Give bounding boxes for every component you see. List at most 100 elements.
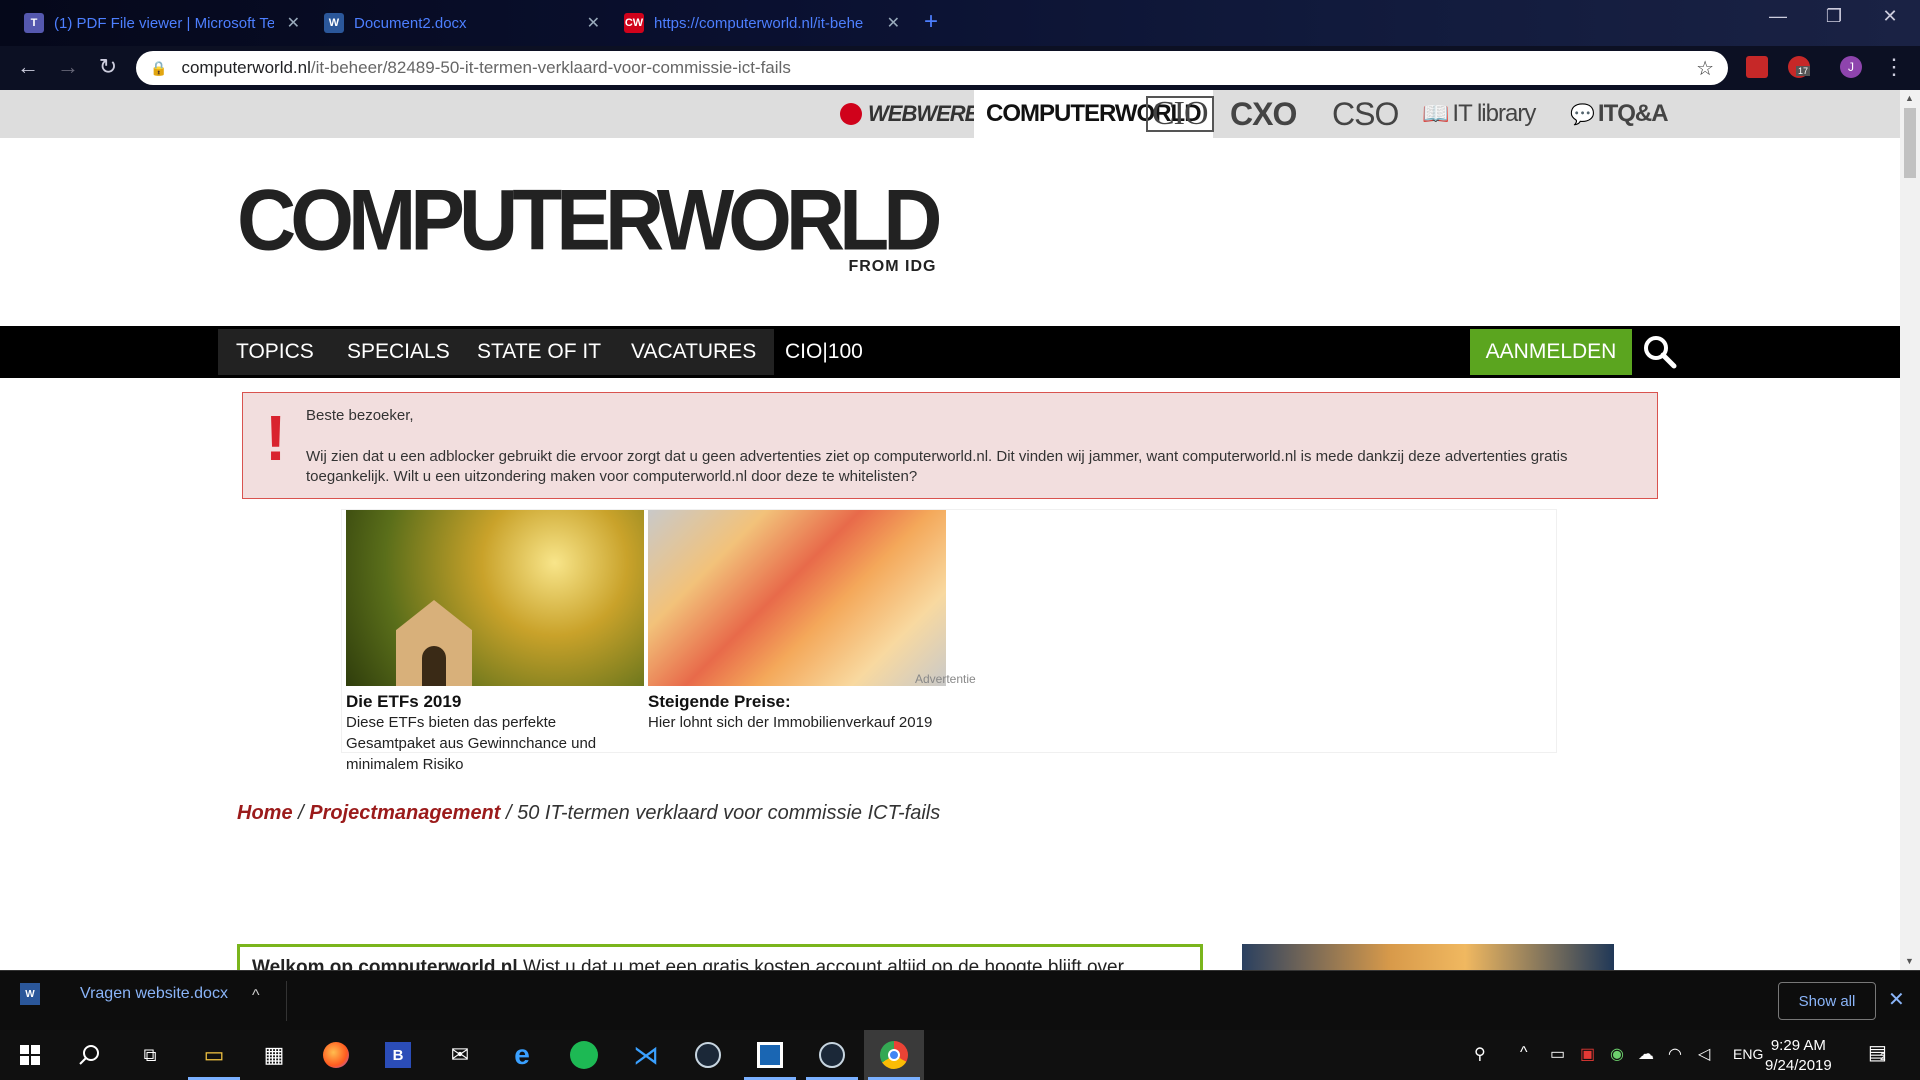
nav-state-of-it[interactable]: STATE OF IT xyxy=(459,329,620,375)
language-indicator[interactable]: ENG xyxy=(1733,1046,1763,1062)
minimize-icon[interactable]: — xyxy=(1750,6,1806,27)
chevron-up-icon[interactable]: ^ xyxy=(252,987,260,1005)
nav-cio100[interactable]: CIO|100 xyxy=(767,329,881,375)
close-icon[interactable]: ✕ xyxy=(587,13,600,33)
vscode-icon[interactable]: ⋊ xyxy=(616,1030,676,1080)
ad-description: Diese ETFs bieten das perfekte Gesamtpak… xyxy=(346,714,597,773)
close-icon[interactable]: ✕ xyxy=(287,13,300,33)
tab-teams[interactable]: T (1) PDF File viewer | Microsoft Te ✕ xyxy=(12,6,312,40)
chevron-up-icon[interactable]: ^ xyxy=(1520,1044,1528,1062)
brand-cxo[interactable]: CXO xyxy=(1218,90,1308,138)
breadcrumb-current: / 50 IT-termen verklaard voor commissie … xyxy=(506,802,941,824)
computerworld-favicon: CW xyxy=(624,13,644,33)
notice-body: Wij zien dat u een adblocker gebruikt di… xyxy=(306,448,1568,485)
clock-time: 9:29 AM xyxy=(1770,1037,1826,1054)
advertisement-box: Die ETFs 2019 Diese ETFs bieten das perf… xyxy=(342,510,1556,773)
brand-cio[interactable]: CIO xyxy=(1134,90,1226,138)
notifications-icon[interactable]: ▤ 2 xyxy=(1868,1040,1887,1065)
firefox-icon[interactable] xyxy=(306,1030,366,1080)
adblock-extension-icon[interactable]: 17 xyxy=(1788,56,1811,78)
wifi-icon[interactable]: ◠ xyxy=(1668,1044,1682,1064)
file-explorer-icon[interactable]: ▭ xyxy=(184,1030,244,1080)
scroll-up-icon[interactable]: ▲ xyxy=(1905,93,1914,103)
logo-text: COMPUTERWORLD xyxy=(237,172,942,269)
breadcrumb-section[interactable]: Projectmanagement xyxy=(309,802,500,824)
breadcrumb-home[interactable]: Home xyxy=(237,802,293,824)
bitdefender-icon[interactable]: B xyxy=(368,1030,428,1080)
word-icon: W xyxy=(324,13,344,33)
chrome-icon[interactable] xyxy=(864,1030,924,1080)
brand-itqa[interactable]: 💬 ITQ&A xyxy=(1558,90,1680,138)
restore-icon[interactable]: ❐ xyxy=(1806,6,1862,27)
forward-icon[interactable]: → xyxy=(54,54,82,80)
task-view-icon[interactable]: ⧉ xyxy=(120,1030,180,1080)
nav-vacatures[interactable]: VACATURES xyxy=(613,329,775,375)
scrollbar-thumb[interactable] xyxy=(1904,108,1916,178)
store-icon[interactable]: ▦ xyxy=(244,1030,304,1080)
back-icon[interactable]: ← xyxy=(14,54,42,80)
onedrive-icon[interactable]: ☁ xyxy=(1638,1044,1654,1064)
tab-title: (1) PDF File viewer | Microsoft Te xyxy=(54,14,274,32)
idg-network-bar: WEBWERELD COMPUTERWORLD CIO CXO CSO 📖 IT… xyxy=(0,90,1900,138)
scroll-down-icon[interactable]: ▼ xyxy=(1905,956,1914,966)
search-icon[interactable] xyxy=(1642,334,1678,370)
lock-icon[interactable]: 🔒 xyxy=(150,60,167,77)
spotify-icon[interactable] xyxy=(554,1030,614,1080)
chrome-menu-icon[interactable]: ⋮ xyxy=(1880,54,1908,80)
sync-icon[interactable]: ◉ xyxy=(1610,1044,1624,1064)
ad-card-immobilien[interactable]: Steigende Preise: Hier lohnt sich der Im… xyxy=(648,510,946,733)
windows-start-icon[interactable] xyxy=(0,1030,60,1080)
adblock-badge: 17 xyxy=(1796,66,1811,76)
close-icon[interactable]: ✕ xyxy=(1888,987,1905,1012)
download-item[interactable]: W Vragen website.docx xyxy=(20,983,228,1005)
speech-bubble-icon: 💬 xyxy=(1570,103,1595,126)
profile-avatar[interactable]: J xyxy=(1840,56,1862,78)
advertisement-label: Advertentie xyxy=(915,672,976,686)
sidebar-image[interactable] xyxy=(1242,944,1614,970)
site-logo[interactable]: COMPUTERWORLD FROM IDG xyxy=(237,172,942,276)
tab-title: Document2.docx xyxy=(354,14,467,32)
clock[interactable]: 9:29 AM 9/24/2019 xyxy=(1765,1036,1832,1076)
close-window-icon[interactable]: ✕ xyxy=(1862,6,1918,27)
mail-icon[interactable]: ✉ xyxy=(430,1030,490,1080)
ad-title: Steigende Preise: xyxy=(648,692,791,711)
windows-taskbar: ⧉ ▭ ▦ B ✉ e ⋊ ⚲ ^ ▭ ▣ ◉ ☁ ◠ ◁ ENG 9:29 A… xyxy=(0,1030,1920,1080)
app-icon[interactable] xyxy=(740,1030,800,1080)
new-tab-icon[interactable]: + xyxy=(924,8,938,36)
volume-icon[interactable]: ◁ xyxy=(1698,1044,1710,1064)
show-all-button[interactable]: Show all xyxy=(1778,982,1876,1020)
tab-title: https://computerworld.nl/it-behe xyxy=(654,14,864,32)
bookmark-star-icon[interactable]: ☆ xyxy=(1696,56,1714,81)
page-scrollbar[interactable]: ▲ ▼ xyxy=(1900,90,1920,970)
browser-tab-bar: T (1) PDF File viewer | Microsoft Te ✕ W… xyxy=(0,0,1920,46)
reload-icon[interactable]: ↻ xyxy=(94,54,122,80)
gift-icon[interactable]: ▣ xyxy=(1580,1044,1595,1064)
people-icon[interactable]: ⚲ xyxy=(1474,1044,1486,1064)
tab-word-document[interactable]: W Document2.docx ✕ xyxy=(312,6,612,40)
nav-topics[interactable]: TOPICS xyxy=(218,329,332,375)
tab-computerworld[interactable]: CW https://computerworld.nl/it-behe ✕ xyxy=(612,6,912,40)
steam-icon[interactable] xyxy=(678,1030,738,1080)
lastpass-extension-icon[interactable] xyxy=(1746,56,1768,78)
browser-toolbar: ← → ↻ 🔒 computerworld.nl/it-beheer/82489… xyxy=(0,46,1920,90)
ad-description: Hier lohnt sich der Immobilienverkauf 20… xyxy=(648,714,933,731)
welcome-bold: Welkom op computerworld.nl xyxy=(252,957,518,970)
edge-icon[interactable]: e xyxy=(492,1030,552,1080)
steam-running-icon[interactable] xyxy=(802,1030,862,1080)
notification-count: 2 xyxy=(1880,1052,1886,1063)
battery-icon[interactable]: ▭ xyxy=(1550,1044,1565,1064)
webwereld-icon xyxy=(840,103,862,125)
url-path: /it-beheer/82489-50-it-termen-verklaard-… xyxy=(310,58,791,77)
brand-cso[interactable]: CSO xyxy=(1320,90,1410,138)
search-icon[interactable] xyxy=(60,1030,120,1080)
ad-card-etf[interactable]: Die ETFs 2019 Diese ETFs bieten das perf… xyxy=(346,510,644,775)
web-page: WEBWERELD COMPUTERWORLD CIO CXO CSO 📖 IT… xyxy=(0,90,1900,970)
welcome-text: Wist u dat u met een gratis kosten accou… xyxy=(517,957,1124,970)
brand-it-library[interactable]: 📖 IT library xyxy=(1410,90,1547,138)
book-icon: 📖 xyxy=(1422,101,1449,126)
adblock-notice: ! Beste bezoeker, Wij zien dat u een adb… xyxy=(242,392,1658,499)
close-icon[interactable]: ✕ xyxy=(887,13,900,33)
nav-specials[interactable]: SPECIALS xyxy=(329,329,468,375)
login-button[interactable]: AANMELDEN xyxy=(1470,329,1632,375)
address-bar[interactable]: 🔒 computerworld.nl/it-beheer/82489-50-it… xyxy=(136,51,1728,85)
